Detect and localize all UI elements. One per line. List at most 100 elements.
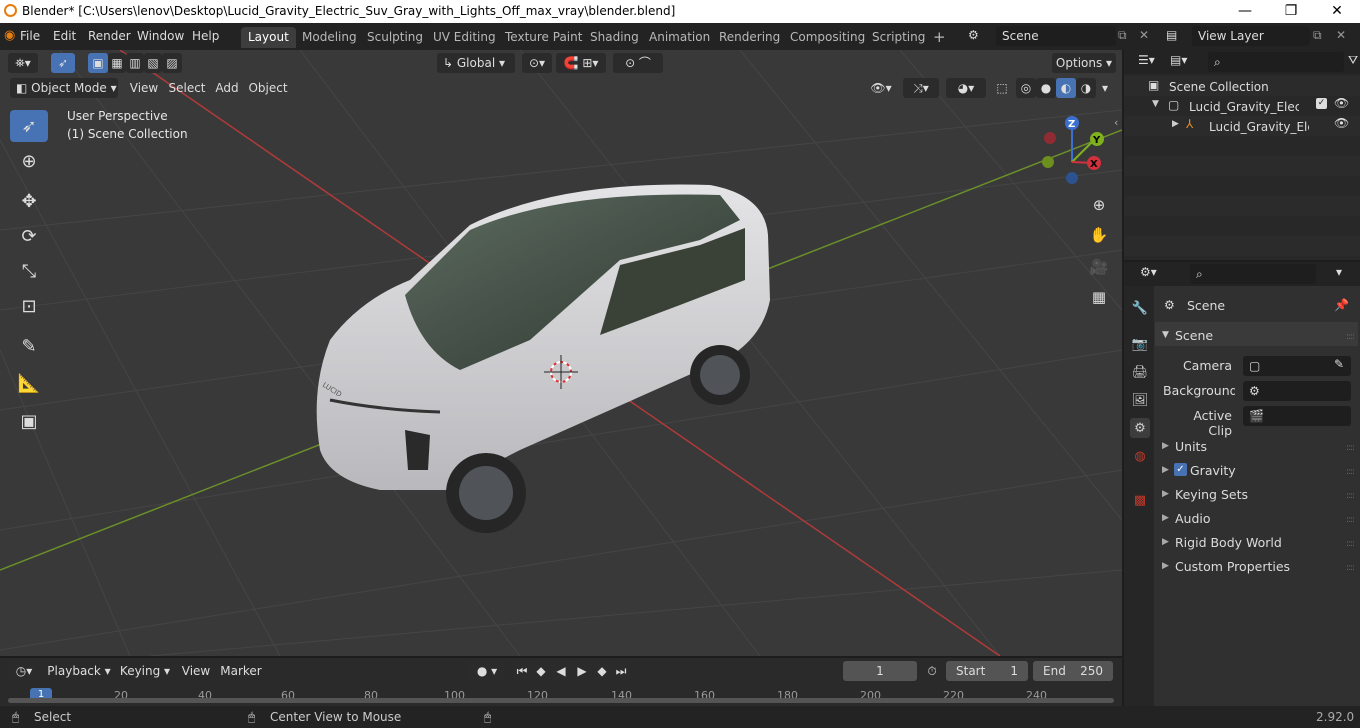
view-layer-delete-icon[interactable]: ✕ [1336, 28, 1346, 42]
play-icon[interactable]: ▶ [572, 661, 592, 681]
collection-visibility-icon[interactable]: 👁 [1334, 96, 1349, 110]
end-frame-field[interactable]: End 250 [1033, 661, 1113, 681]
overlays-icon[interactable]: ◕▾ [946, 78, 986, 98]
view-layer-copy-icon[interactable]: ⧉ [1313, 28, 1322, 43]
select-mode-subtract-icon[interactable]: ▥ [126, 53, 144, 73]
texture-tab-icon[interactable]: ▩ [1130, 490, 1150, 510]
tool-measure-icon[interactable]: 📐 [10, 367, 48, 399]
display-mode-icon[interactable]: ▤▾ [1170, 53, 1187, 67]
editor-type-icon[interactable]: ⛯▾ [8, 53, 38, 73]
tab-layout[interactable]: Layout [241, 27, 296, 48]
audio-expand-icon[interactable]: ▶ [1162, 513, 1169, 523]
start-frame-field[interactable]: Start 1 [946, 661, 1028, 681]
select-mode-new-icon[interactable]: ▣ [88, 53, 108, 73]
section-custom-properties[interactable]: Custom Properties [1175, 559, 1290, 574]
section-units[interactable]: Units [1175, 439, 1207, 454]
outliner-search-input[interactable]: ⌕ [1208, 52, 1344, 72]
object-visibility-icon[interactable]: 👁 [1334, 116, 1349, 130]
scene-icon[interactable]: ⚙ [968, 28, 979, 42]
add-workspace-icon[interactable]: + [926, 27, 953, 48]
blender-menu-icon[interactable]: ◉ [4, 28, 15, 43]
tab-shading[interactable]: Shading [583, 27, 646, 48]
select-mode-invert-icon[interactable]: ▧ [144, 53, 162, 73]
properties-search-input[interactable]: ⌕ [1190, 264, 1316, 284]
tab-modeling[interactable]: Modeling [295, 27, 364, 48]
record-icon[interactable]: ● ▾ [469, 661, 505, 681]
tab-scripting[interactable]: Scripting [865, 27, 932, 48]
tab-compositing[interactable]: Compositing [783, 27, 872, 48]
menu-file[interactable]: File [20, 29, 40, 43]
rigid-body-expand-icon[interactable]: ▶ [1162, 537, 1169, 547]
jump-start-icon[interactable]: ⏮ [513, 661, 531, 681]
viewport-menu-object[interactable]: Object [246, 78, 290, 98]
timeline-menu-view[interactable]: View [180, 661, 212, 681]
object-expand-icon[interactable]: ▶ [1172, 119, 1179, 129]
3d-viewport[interactable]: LUCID Z Y X ⛯▾ ➶ ▣ ▦ ▥ ▧ ▨ ↳ Global ▾ ⊙▾… [0, 50, 1122, 656]
select-mode-intersect-icon[interactable]: ▨ [162, 53, 182, 73]
object-mode-dropdown[interactable]: ◧ Object Mode ▾ [10, 78, 118, 98]
prev-keyframe-icon[interactable]: ◆ [532, 661, 550, 681]
proportional-edit-icon[interactable]: ⊙ ⌒ [613, 53, 663, 73]
menu-help[interactable]: Help [192, 29, 219, 43]
viewport-menu-select[interactable]: Select [166, 78, 208, 98]
menu-render[interactable]: Render [88, 29, 131, 43]
timeline-editor-icon[interactable]: ◷▾ [8, 661, 40, 681]
current-frame-field[interactable]: 1 [843, 661, 917, 681]
xray-icon[interactable]: ⬚ [993, 78, 1011, 98]
outliner-scene-collection[interactable]: Scene Collection [1169, 80, 1269, 94]
camera-view-icon[interactable]: 🎥 [1086, 254, 1112, 280]
timeline-scrollbar[interactable] [8, 698, 1114, 703]
select-box-icon[interactable]: ➶ [51, 53, 75, 73]
view-layer-field[interactable]: View Layer [1192, 26, 1310, 46]
tool-select-icon[interactable]: ➶ [10, 110, 48, 142]
tab-texture-paint[interactable]: Texture Paint [498, 27, 589, 48]
background-field[interactable]: ⚙ [1243, 381, 1351, 401]
maximize-button[interactable]: ❐ [1268, 0, 1314, 23]
tab-uv-editing[interactable]: UV Editing [426, 27, 503, 48]
tool-rotate-icon[interactable]: ⟳ [10, 220, 48, 252]
section-audio[interactable]: Audio [1175, 511, 1211, 526]
close-button[interactable]: ✕ [1314, 0, 1360, 23]
custom-props-expand-icon[interactable]: ▶ [1162, 561, 1169, 571]
outliner-object-item[interactable]: Lucid_Gravity_Electr [1209, 120, 1309, 134]
tool-move-icon[interactable]: ✥ [10, 185, 48, 217]
tool-settings-tab-icon[interactable]: 🔧 [1130, 298, 1150, 318]
properties-editor-icon[interactable]: ⚙▾ [1140, 265, 1157, 279]
section-rigid-body-world[interactable]: Rigid Body World [1175, 535, 1282, 550]
collection-expand-icon[interactable]: ▼ [1152, 99, 1159, 109]
view-layer-icon[interactable]: ▤ [1166, 28, 1177, 42]
options-dropdown[interactable]: Options ▾ [1052, 53, 1116, 73]
world-tab-icon[interactable]: ◍ [1130, 446, 1150, 466]
outliner-collection-item[interactable]: Lucid_Gravity_Electric_S [1189, 100, 1299, 114]
transform-orientation-dropdown[interactable]: ↳ Global ▾ [437, 53, 515, 73]
tool-transform-icon[interactable]: ⊡ [10, 290, 48, 322]
output-tab-icon[interactable]: 🖨 [1130, 362, 1150, 382]
stopwatch-icon[interactable]: ⏱ [922, 661, 942, 681]
minimize-button[interactable]: — [1222, 0, 1268, 23]
timeline-menu-playback[interactable]: Playback ▾ [46, 661, 112, 681]
scene-panel-expand-icon[interactable]: ▼ [1162, 330, 1169, 340]
tab-rendering[interactable]: Rendering [712, 27, 787, 48]
pivot-point-icon[interactable]: ⊙▾ [522, 53, 552, 73]
gravity-checkbox[interactable]: ✓ [1174, 463, 1187, 476]
menu-window[interactable]: Window [137, 29, 184, 43]
collection-checkbox[interactable]: ✓ [1316, 98, 1327, 109]
viewport-menu-add[interactable]: Add [212, 78, 242, 98]
shading-solid-icon[interactable]: ● [1036, 78, 1056, 98]
filter-icon[interactable]: ⛛ [1348, 53, 1358, 68]
sidebar-toggle-icon[interactable]: ‹ [1114, 116, 1118, 129]
visibility-icon[interactable]: 👁▾ [866, 78, 896, 98]
scene-tab-icon[interactable]: ⚙ [1130, 418, 1150, 438]
gizmo-toggle-icon[interactable]: ⤨▾ [903, 78, 939, 98]
tool-cursor-icon[interactable]: ⊕ [10, 145, 48, 177]
viewport-menu-view[interactable]: View [126, 78, 162, 98]
properties-options-icon[interactable]: ▾ [1336, 265, 1342, 279]
timeline-menu-keying[interactable]: Keying ▾ [116, 661, 174, 681]
tool-scale-icon[interactable]: ⤡ [10, 255, 48, 287]
keying-sets-expand-icon[interactable]: ▶ [1162, 489, 1169, 499]
scene-delete-icon[interactable]: ✕ [1139, 28, 1149, 42]
scene-field[interactable]: Scene [996, 26, 1116, 46]
view-layer-tab-icon[interactable]: 🖼 [1130, 390, 1150, 410]
tab-animation[interactable]: Animation [642, 27, 717, 48]
shading-rendered-icon[interactable]: ◑ [1076, 78, 1096, 98]
